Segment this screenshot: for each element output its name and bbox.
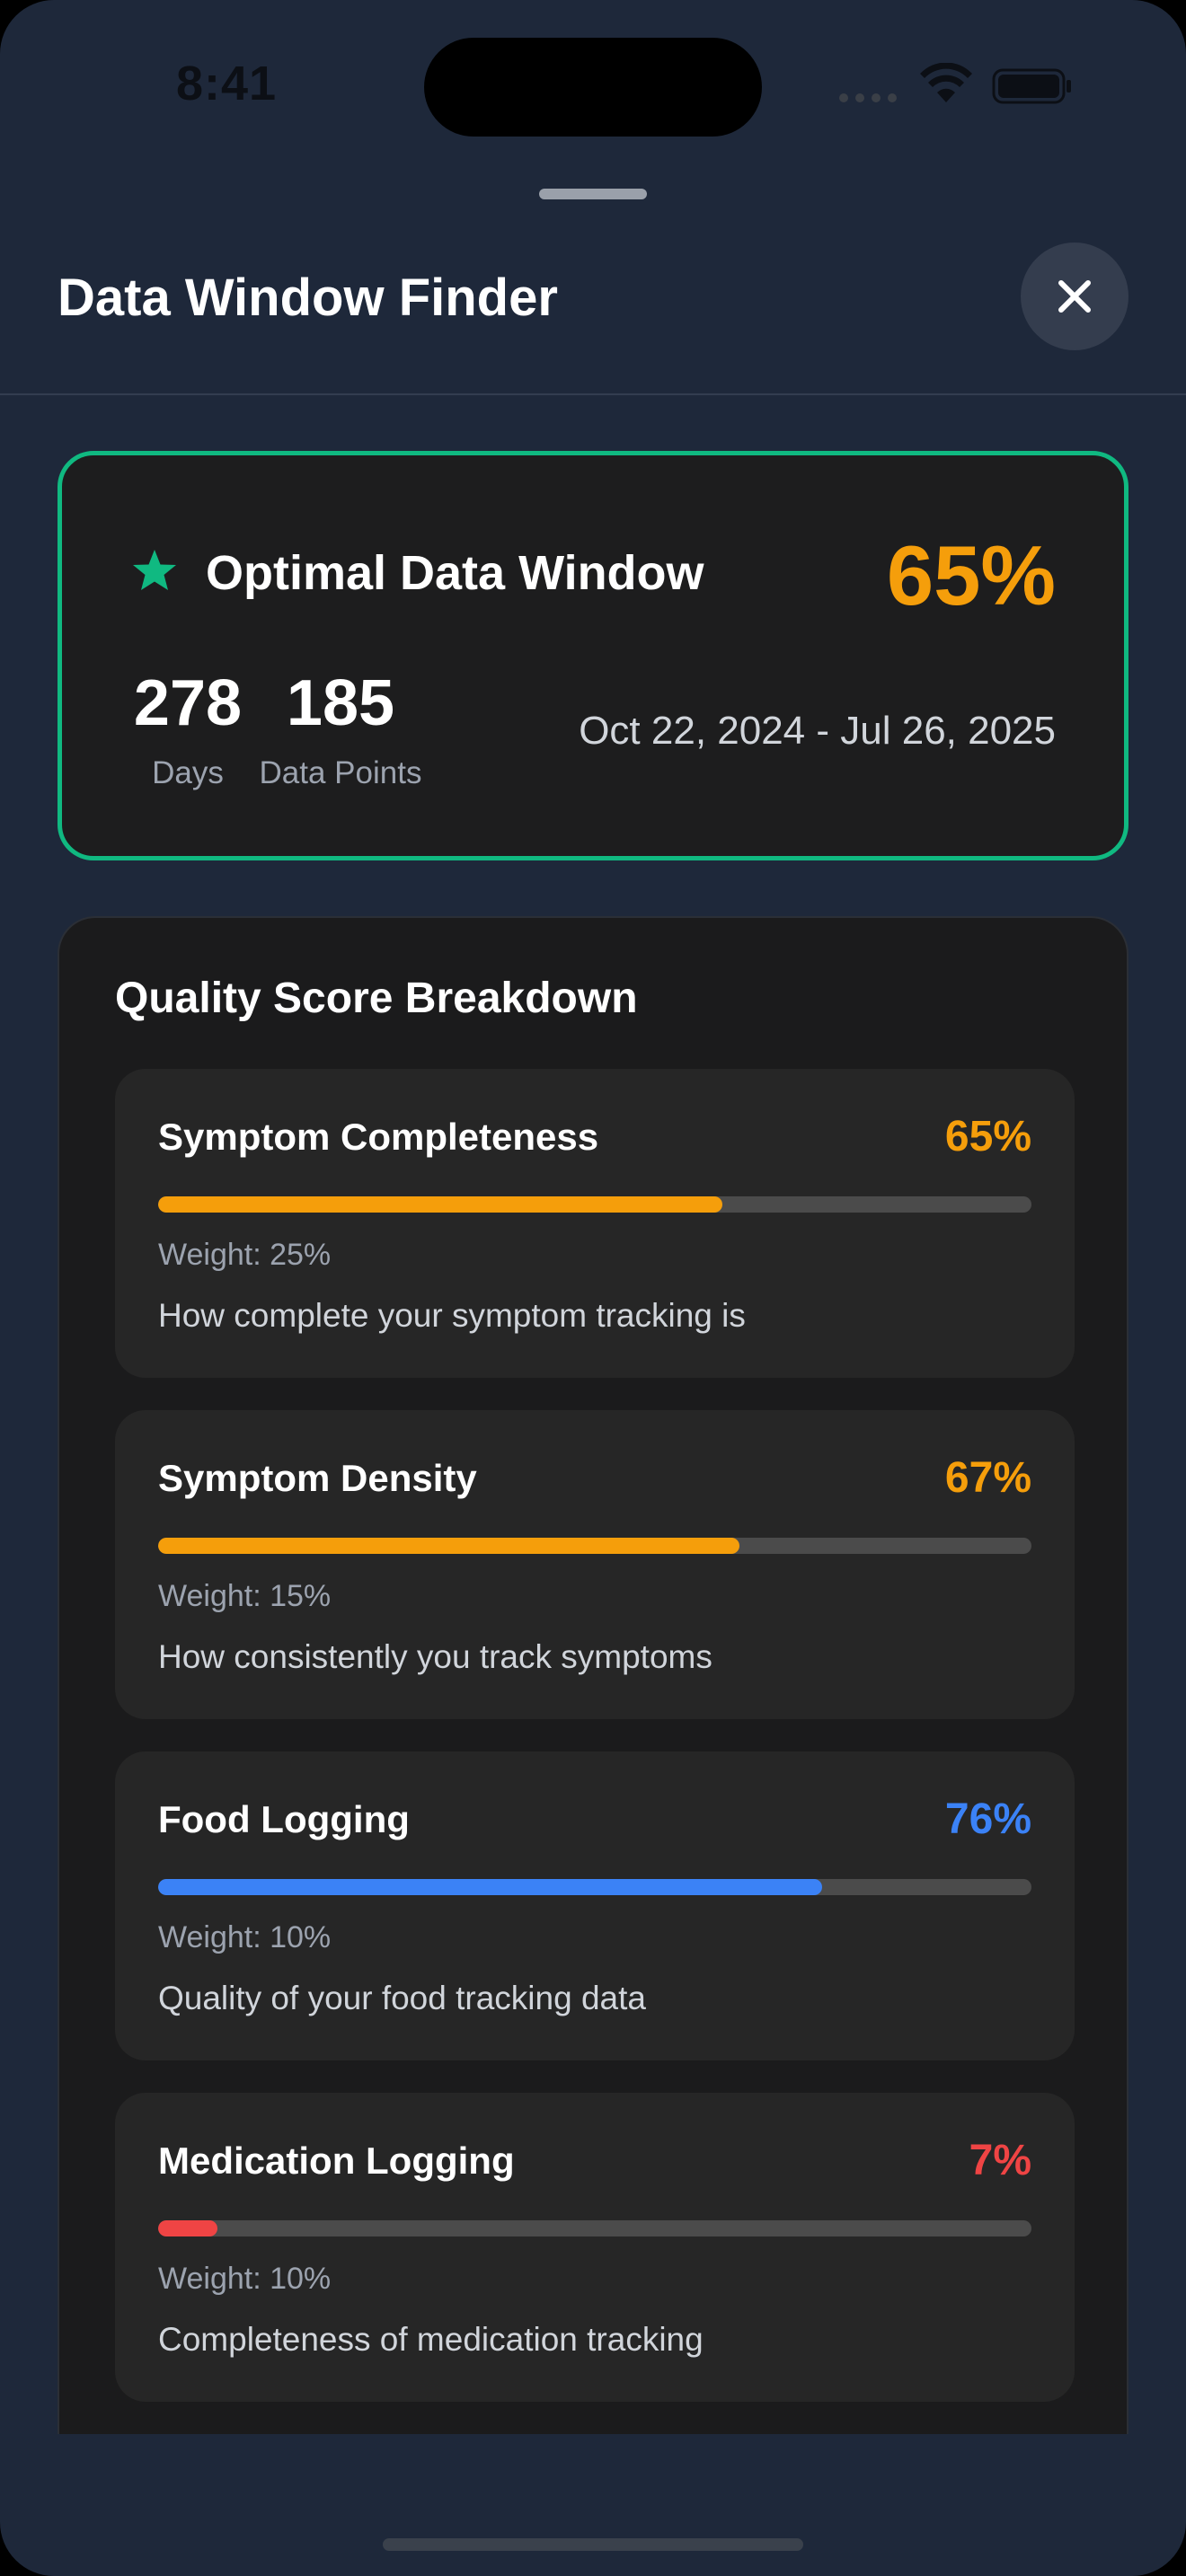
metric-weight: Weight: 25% — [158, 1238, 332, 1272]
page-title: Data Window Finder — [58, 269, 558, 327]
metric-card-medication-logging: Medication Logging 7% Weight: 10% Comple… — [115, 2093, 1075, 2402]
metric-value: 65% — [944, 1113, 1031, 1160]
metric-progress-track — [158, 1538, 1031, 1554]
optimal-window-label: Optimal Data Window — [206, 546, 704, 600]
battery-icon — [992, 68, 1071, 104]
metric-progress-fill — [158, 2220, 218, 2236]
days-label: Days — [152, 755, 224, 790]
metric-weight: Weight: 10% — [158, 1920, 332, 1954]
days-stat: 278 Days — [125, 671, 251, 791]
screen: 8:41 Data Window Finder Optimal Data Win… — [0, 0, 1186, 2576]
metric-progress-track — [158, 1879, 1031, 1895]
metric-progress-fill — [158, 1879, 822, 1895]
metric-card-food-logging: Food Logging 76% Weight: 10% Quality of … — [115, 1751, 1075, 2060]
metric-description: How complete your symptom tracking is — [158, 1297, 746, 1334]
metric-description: Quality of your food tracking data — [158, 1980, 646, 2016]
breakdown-title: Quality Score Breakdown — [115, 975, 638, 1022]
metric-weight: Weight: 10% — [158, 2262, 332, 2296]
metric-progress-fill — [158, 1196, 722, 1213]
dynamic-island — [424, 38, 762, 137]
metric-description: Completeness of medication tracking — [158, 2321, 704, 2358]
metric-name: Symptom Completeness — [158, 1116, 599, 1158]
metric-card-symptom-density: Symptom Density 67% Weight: 15% How cons… — [115, 1410, 1075, 1719]
wifi-icon — [920, 63, 972, 102]
metric-card-symptom-completeness: Symptom Completeness 65% Weight: 25% How… — [115, 1069, 1075, 1378]
close-button[interactable] — [1021, 243, 1128, 350]
status-time: 8:41 — [176, 57, 278, 110]
metric-progress-fill — [158, 1538, 740, 1554]
metric-name: Symptom Density — [158, 1457, 477, 1499]
data-points-label: Data Points — [259, 755, 422, 790]
date-range: Oct 22, 2024 - Jul 26, 2025 — [579, 709, 1056, 753]
metric-weight: Weight: 15% — [158, 1579, 332, 1613]
optimal-window-card: Optimal Data Window 65% 278 Days 185 Dat… — [58, 451, 1128, 860]
days-value: 278 — [133, 667, 243, 739]
sheet-grabber[interactable] — [539, 189, 647, 199]
metric-description: How consistently you track symptoms — [158, 1638, 712, 1675]
star-icon — [133, 550, 176, 590]
metric-name: Medication Logging — [158, 2139, 515, 2182]
sheet-header: Data Window Finder — [0, 216, 1186, 395]
cellular-signal-icon — [839, 93, 897, 102]
home-indicator[interactable] — [383, 2538, 803, 2551]
metric-value: 7% — [969, 2137, 1031, 2184]
metric-progress-track — [158, 1196, 1031, 1213]
metric-progress-track — [158, 2220, 1031, 2236]
metric-value: 67% — [944, 1454, 1031, 1502]
metric-name: Food Logging — [158, 1798, 410, 1840]
data-points-value: 185 — [286, 667, 395, 739]
header-divider — [0, 393, 1186, 395]
optimal-window-score: 65% — [886, 528, 1056, 622]
quality-breakdown-panel: Quality Score Breakdown Symptom Complete… — [58, 916, 1128, 2434]
close-icon — [1058, 280, 1091, 313]
data-points-stat: 185 Data Points — [251, 671, 430, 791]
status-bar: 8:41 — [0, 0, 1186, 171]
metric-value: 76% — [944, 1795, 1031, 1843]
